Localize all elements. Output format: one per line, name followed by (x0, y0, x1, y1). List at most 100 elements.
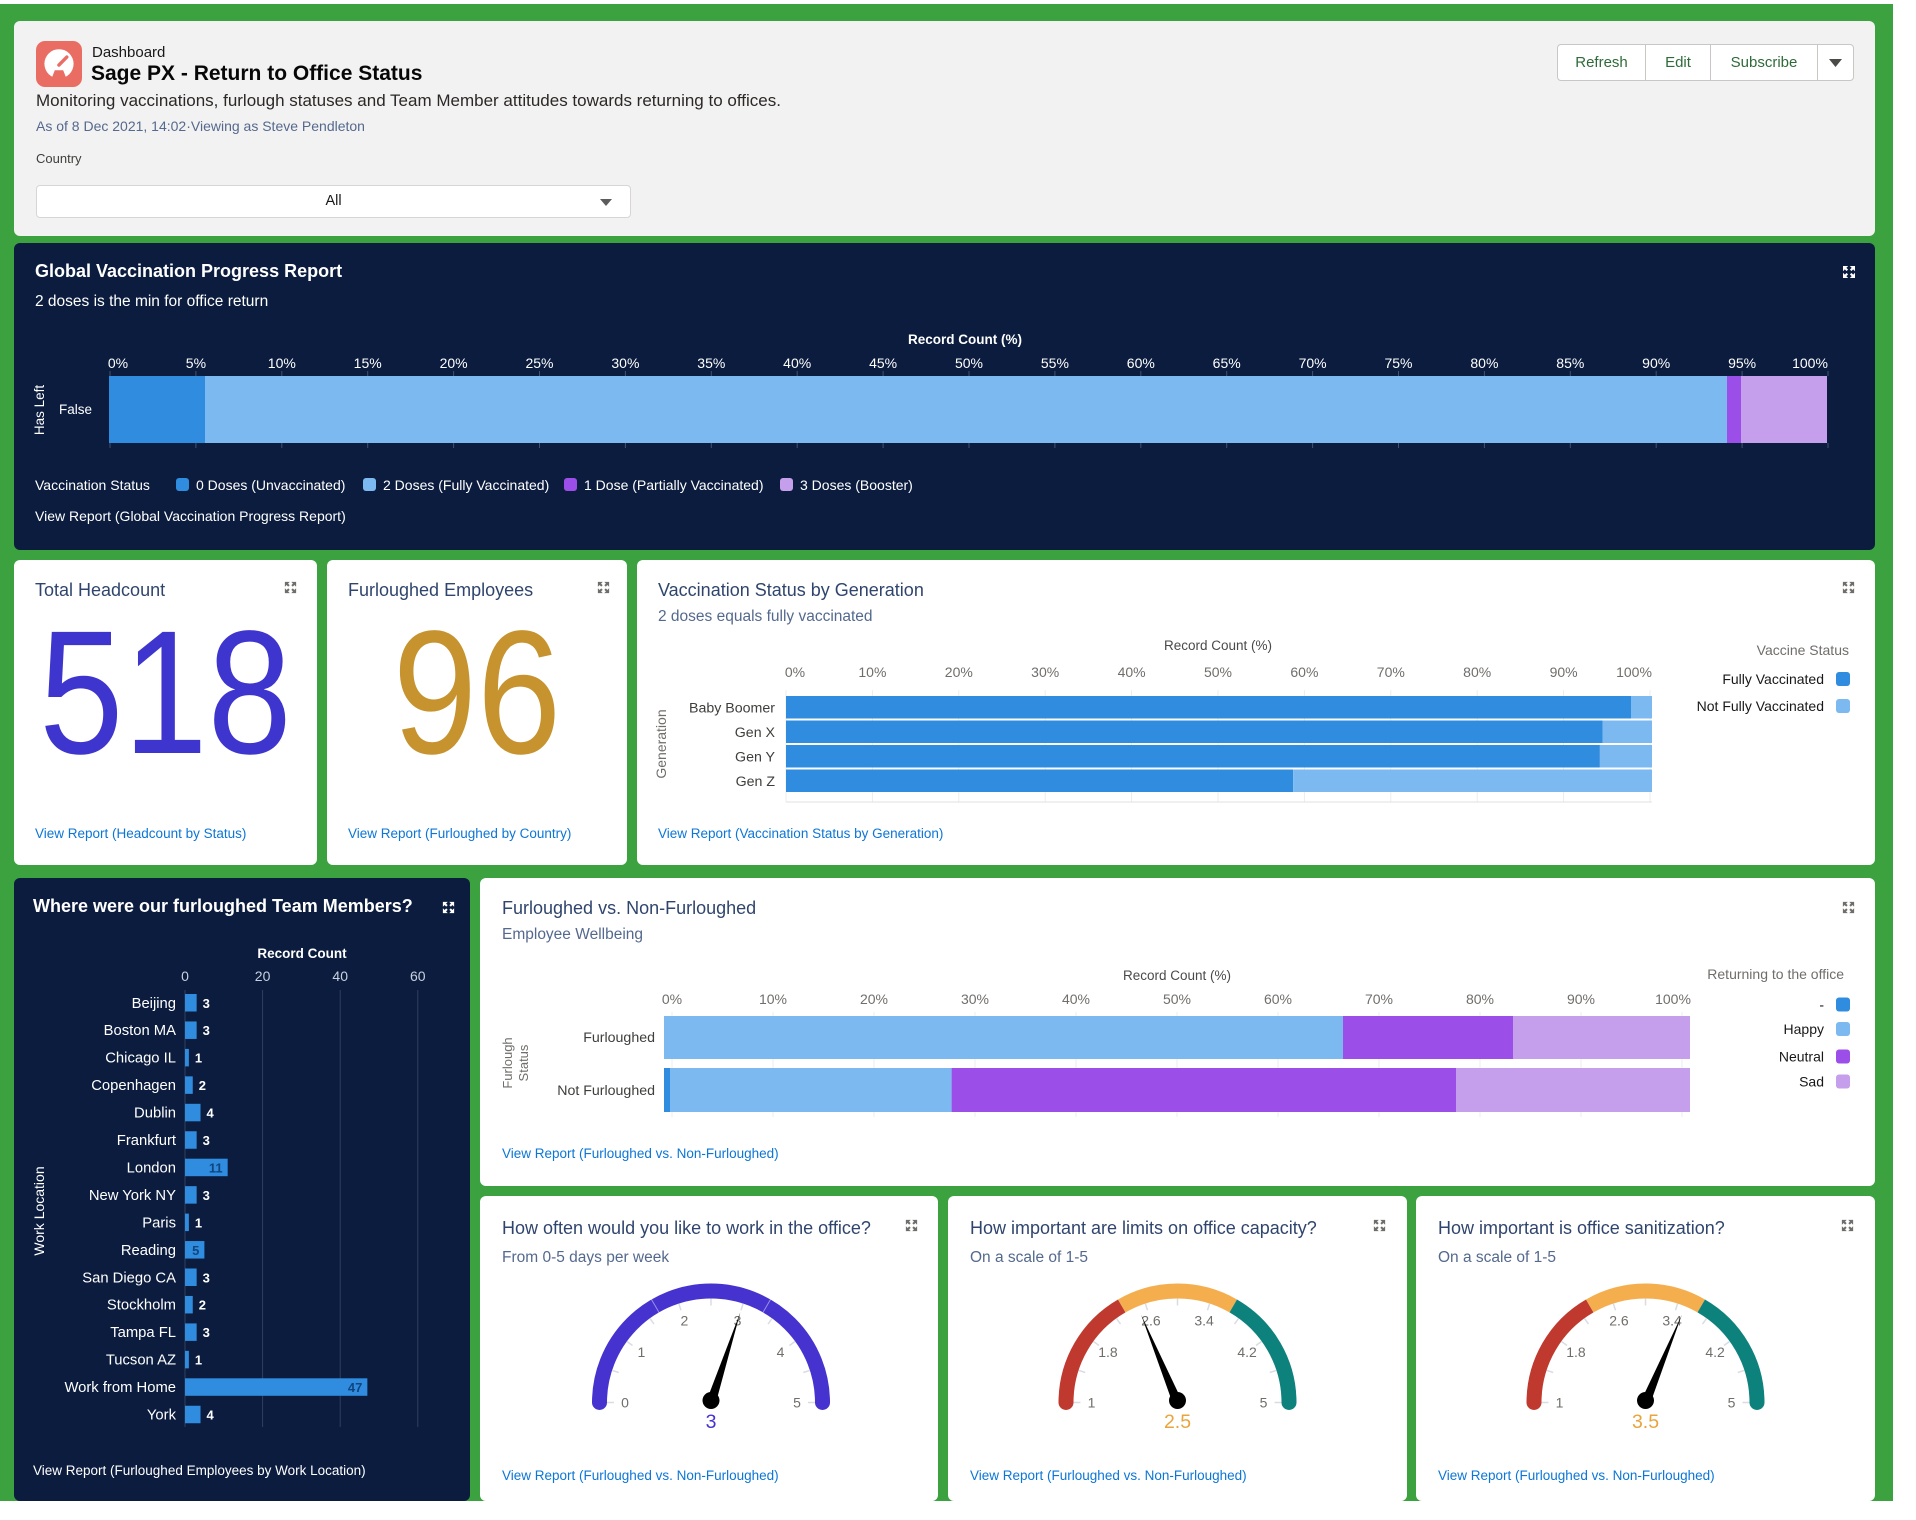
svg-text:3: 3 (706, 1411, 717, 1433)
svg-text:2.6: 2.6 (1141, 1313, 1161, 1329)
svg-text:35%: 35% (697, 355, 725, 371)
svg-text:3: 3 (203, 1325, 210, 1340)
svg-text:Furlough: Furlough (500, 1037, 515, 1088)
svg-text:30%: 30% (961, 991, 989, 1007)
svg-text:Returning to the office: Returning to the office (1707, 966, 1844, 982)
svg-text:100%: 100% (1792, 355, 1828, 371)
svg-text:False: False (59, 402, 92, 417)
svg-text:Dublin: Dublin (134, 1106, 176, 1122)
svg-text:50%: 50% (1163, 991, 1191, 1007)
svg-text:50%: 50% (1204, 664, 1232, 680)
svg-text:Neutral: Neutral (1779, 1049, 1824, 1065)
svg-text:Status: Status (516, 1044, 531, 1081)
svg-text:25%: 25% (525, 355, 553, 371)
svg-text:20: 20 (255, 968, 271, 984)
svg-text:Tucson AZ: Tucson AZ (106, 1353, 176, 1369)
svg-text:3.5: 3.5 (1632, 1411, 1659, 1433)
svg-text:1: 1 (195, 1353, 202, 1368)
svg-text:Record Count (%): Record Count (%) (1123, 968, 1231, 983)
svg-text:40%: 40% (783, 355, 811, 371)
svg-text:80%: 80% (1470, 355, 1498, 371)
svg-text:3 Doses (Booster): 3 Doses (Booster) (800, 477, 913, 493)
svg-text:0 Doses (Unvaccinated): 0 Doses (Unvaccinated) (196, 477, 345, 493)
svg-text:4.2: 4.2 (1237, 1344, 1257, 1360)
svg-text:55%: 55% (1041, 355, 1069, 371)
svg-text:Paris: Paris (142, 1215, 176, 1231)
svg-text:3: 3 (203, 1270, 210, 1285)
svg-text:4: 4 (207, 1408, 215, 1423)
svg-text:100%: 100% (1655, 991, 1691, 1007)
svg-text:5: 5 (1728, 1395, 1736, 1411)
svg-text:Copenhagen: Copenhagen (91, 1078, 176, 1094)
svg-text:5%: 5% (186, 355, 206, 371)
svg-text:60%: 60% (1290, 664, 1318, 680)
svg-text:Gen Y: Gen Y (735, 749, 776, 765)
svg-text:Furloughed: Furloughed (583, 1030, 655, 1046)
svg-text:Vaccine Status: Vaccine Status (1757, 642, 1849, 658)
svg-text:80%: 80% (1466, 991, 1494, 1007)
svg-text:-: - (1819, 997, 1824, 1013)
svg-text:47: 47 (348, 1380, 362, 1395)
svg-text:Record Count (%): Record Count (%) (908, 332, 1022, 347)
svg-text:Work from Home: Work from Home (64, 1380, 176, 1396)
svg-text:1 Dose (Partially Vaccinated): 1 Dose (Partially Vaccinated) (584, 477, 763, 493)
svg-text:Reading: Reading (121, 1243, 176, 1259)
svg-text:Gen Z: Gen Z (736, 774, 776, 790)
svg-text:Tampa FL: Tampa FL (110, 1325, 176, 1341)
svg-text:60%: 60% (1264, 991, 1292, 1007)
svg-text:5: 5 (1260, 1395, 1268, 1411)
svg-text:Work Location: Work Location (31, 1166, 47, 1255)
svg-text:5: 5 (192, 1243, 199, 1258)
svg-text:50%: 50% (955, 355, 983, 371)
svg-text:0%: 0% (785, 664, 805, 680)
svg-text:10%: 10% (858, 664, 886, 680)
svg-text:85%: 85% (1556, 355, 1584, 371)
svg-text:3: 3 (203, 1023, 210, 1038)
svg-text:4.2: 4.2 (1705, 1344, 1725, 1360)
svg-text:Baby Boomer: Baby Boomer (689, 700, 775, 716)
svg-text:45%: 45% (869, 355, 897, 371)
svg-text:3: 3 (203, 996, 210, 1011)
svg-text:20%: 20% (860, 991, 888, 1007)
svg-text:2 Doses (Fully Vaccinated): 2 Doses (Fully Vaccinated) (383, 477, 549, 493)
svg-text:View Report (Global Vaccinatio: View Report (Global Vaccination Progress… (35, 508, 346, 524)
svg-text:Generation: Generation (653, 709, 669, 778)
svg-text:60: 60 (410, 968, 426, 984)
svg-text:Chicago IL: Chicago IL (105, 1051, 176, 1067)
svg-text:New York NY: New York NY (89, 1188, 176, 1204)
svg-text:5: 5 (793, 1395, 801, 1411)
svg-text:Not Fully Vaccinated: Not Fully Vaccinated (1697, 698, 1824, 714)
svg-text:65%: 65% (1213, 355, 1241, 371)
svg-text:60%: 60% (1127, 355, 1155, 371)
svg-text:2: 2 (681, 1313, 689, 1329)
svg-text:0%: 0% (108, 355, 128, 371)
svg-text:70%: 70% (1299, 355, 1327, 371)
svg-text:90%: 90% (1642, 355, 1670, 371)
svg-text:1.8: 1.8 (1566, 1344, 1586, 1360)
svg-text:70%: 70% (1377, 664, 1405, 680)
svg-text:1: 1 (638, 1344, 646, 1360)
svg-text:95%: 95% (1728, 355, 1756, 371)
svg-text:Fully Vaccinated: Fully Vaccinated (1722, 671, 1824, 687)
svg-text:0: 0 (621, 1395, 629, 1411)
svg-text:30%: 30% (1031, 664, 1059, 680)
svg-text:10%: 10% (268, 355, 296, 371)
svg-text:3: 3 (203, 1133, 210, 1148)
svg-text:2.5: 2.5 (1164, 1411, 1191, 1433)
svg-text:Not Furloughed: Not Furloughed (557, 1083, 655, 1099)
svg-text:2.6: 2.6 (1609, 1313, 1629, 1329)
svg-text:Record Count (%): Record Count (%) (1164, 638, 1272, 653)
svg-text:30%: 30% (611, 355, 639, 371)
svg-text:London: London (127, 1160, 176, 1176)
svg-text:Gen X: Gen X (735, 725, 776, 741)
svg-text:1: 1 (1088, 1395, 1096, 1411)
svg-text:70%: 70% (1365, 991, 1393, 1007)
svg-text:0%: 0% (662, 991, 682, 1007)
svg-text:3.4: 3.4 (1194, 1313, 1214, 1329)
svg-text:Boston MA: Boston MA (104, 1023, 177, 1039)
svg-text:4: 4 (777, 1344, 785, 1360)
svg-text:90%: 90% (1550, 664, 1578, 680)
svg-text:15%: 15% (354, 355, 382, 371)
svg-text:Frankfurt: Frankfurt (117, 1133, 176, 1149)
svg-text:20%: 20% (945, 664, 973, 680)
